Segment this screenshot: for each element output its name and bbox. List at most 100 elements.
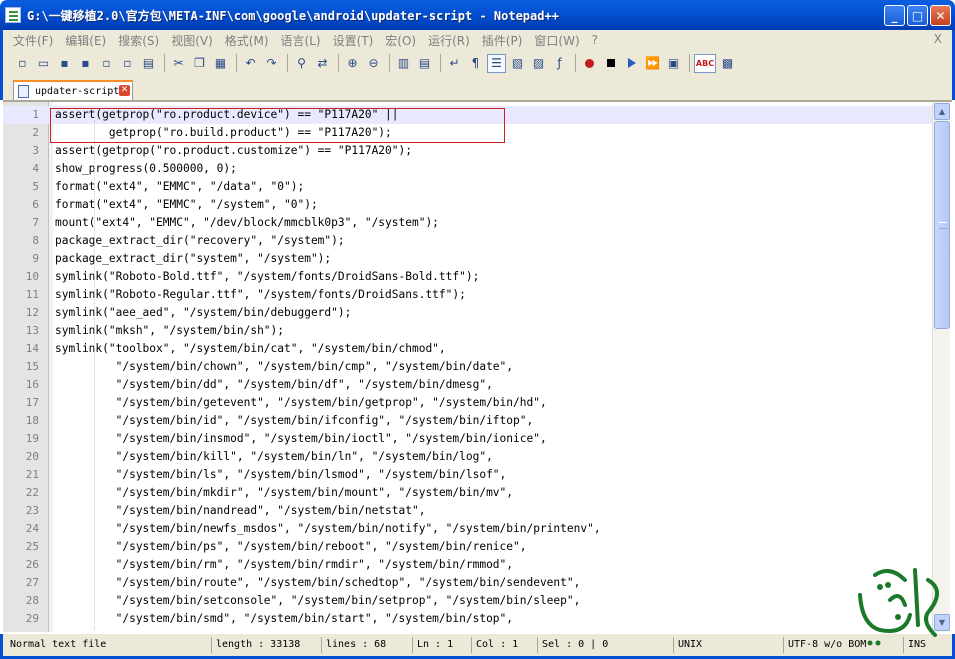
code-text: "/system/bin/getevent", "/system/bin/get… [55,396,547,409]
tab-label: updater-script [35,85,120,97]
code-line[interactable]: 25 "/system/bin/ps", "/system/bin/reboot… [3,538,933,556]
run-macro-multiple-icon[interactable]: ⏩ [643,54,662,73]
new-file-icon[interactable]: ▫ [13,54,32,73]
tab-bar: updater-script ✕ [0,76,955,100]
code-line[interactable]: 27 "/system/bin/route", "/system/bin/sch… [3,574,933,592]
menu-help[interactable]: ? [586,33,604,47]
code-text: symlink("mksh", "/system/bin/sh"); [55,324,285,337]
code-line[interactable]: 5 format("ext4", "EMMC", "/data", "0"); [3,178,933,196]
function-list-icon[interactable]: ƒ [550,54,569,73]
code-text: package_extract_dir("system", "/system")… [55,252,332,265]
line-number: 11 [25,288,39,301]
code-line[interactable]: 4 show_progress(0.500000, 0); [3,160,933,178]
code-text: symlink("aee_aed", "/system/bin/debugger… [55,306,352,319]
menu-format[interactable]: 格式(M) [219,32,275,49]
code-line[interactable]: 6 format("ext4", "EMMC", "/system", "0"); [3,196,933,214]
menu-settings[interactable]: 设置(T) [327,32,380,49]
spell-check-icon[interactable]: ABC [694,53,716,73]
menu-view[interactable]: 视图(V) [165,32,219,49]
code-text: package_extract_dir("recovery", "/system… [55,234,345,247]
record-macro-icon[interactable] [580,54,599,73]
toolbar-separator [575,54,576,72]
scroll-grip-icon [939,222,947,229]
menu-run[interactable]: 运行(R) [422,32,476,49]
paste-icon[interactable]: ▦ [211,54,230,73]
line-number: 22 [25,486,39,499]
highlight-annotation-box [50,108,505,143]
code-line[interactable]: 14 symlink("toolbox", "/system/bin/cat", … [3,340,933,358]
scroll-thumb[interactable] [934,121,950,329]
tab-close-icon[interactable]: ✕ [119,85,130,96]
code-line[interactable]: 8 package_extract_dir("recovery", "/syste… [3,232,933,250]
menu-search[interactable]: 搜索(S) [112,32,165,49]
close-document-button[interactable]: X [934,32,942,46]
code-line[interactable]: 13 symlink("mksh", "/system/bin/sh"); [3,322,933,340]
code-line[interactable]: 3 assert(getprop("ro.product.customize") … [3,142,933,160]
doc-map-icon[interactable]: ▨ [529,54,548,73]
save-macro-icon[interactable]: ▣ [664,54,683,73]
code-line[interactable]: 20 "/system/bin/kill", "/system/bin/ln",… [3,448,933,466]
code-text: "/system/bin/dd", "/system/bin/df", "/sy… [55,378,493,391]
notepad-app-icon[interactable] [5,7,21,23]
line-number: 29 [25,612,39,625]
code-line[interactable]: 19 "/system/bin/insmod", "/system/bin/io… [3,430,933,448]
play-macro-icon[interactable] [622,54,641,73]
maximize-button[interactable]: □ [907,5,928,26]
code-line[interactable]: 15 "/system/bin/chown", "/system/bin/cmp… [3,358,933,376]
zoom-out-icon[interactable]: ⊖ [364,54,383,73]
code-line[interactable]: 26 "/system/bin/rm", "/system/bin/rmdir"… [3,556,933,574]
scroll-up-arrow-icon[interactable]: ▲ [934,103,950,120]
line-number: 8 [32,234,39,247]
code-line[interactable]: 24 "/system/bin/newfs_msdos", "/system/b… [3,520,933,538]
code-line[interactable]: 16 "/system/bin/dd", "/system/bin/df", "… [3,376,933,394]
save-all-icon[interactable]: ▪ [76,54,95,73]
show-all-chars-icon[interactable]: ¶ [466,54,485,73]
code-line[interactable]: 18 "/system/bin/id", "/system/bin/ifconf… [3,412,933,430]
menu-file[interactable]: 文件(F) [7,32,59,49]
code-line[interactable]: 9 package_extract_dir("system", "/system"… [3,250,933,268]
indent-guide [94,120,95,630]
code-line[interactable]: 17 "/system/bin/getevent", "/system/bin/… [3,394,933,412]
sync-vertical-icon[interactable]: ▥ [394,54,413,73]
menu-language[interactable]: 语言(L) [275,32,327,49]
stop-record-icon[interactable] [601,54,620,73]
minimize-button[interactable]: _ [884,5,905,26]
code-text: assert(getprop("ro.product.customize") =… [55,144,412,157]
indent-guide-icon[interactable]: ☰ [487,53,506,73]
zoom-in-icon[interactable]: ⊕ [343,54,362,73]
close-all-icon[interactable]: ▫ [118,54,137,73]
code-line[interactable]: 7 mount("ext4", "EMMC", "/dev/block/mmcbl… [3,214,933,232]
menu-window[interactable]: 窗口(W) [528,32,585,49]
word-wrap-icon[interactable]: ↵ [445,54,464,73]
menu-plugins[interactable]: 插件(P) [476,32,529,49]
undo-icon[interactable]: ↶ [241,54,260,73]
print-icon[interactable]: ▤ [139,54,158,73]
vertical-scrollbar[interactable]: ▲ ▼ [932,102,950,632]
spell-check-options-icon[interactable]: ▩ [718,54,737,73]
tab-updater-script[interactable]: updater-script ✕ [13,80,133,100]
menu-edit[interactable]: 编辑(E) [59,32,112,49]
code-line[interactable]: 10 symlink("Roboto-Bold.ttf", "/system/fo… [3,268,933,286]
find-icon[interactable]: ⚲ [292,54,311,73]
code-line[interactable]: 28 "/system/bin/setconsole", "/system/bi… [3,592,933,610]
replace-icon[interactable]: ⇄ [313,54,332,73]
code-text: symlink("toolbox", "/system/bin/cat", "/… [55,342,446,355]
code-line[interactable]: 22 "/system/bin/mkdir", "/system/bin/mou… [3,484,933,502]
editor[interactable]: 1 assert(getprop("ro.product.device") == … [3,100,952,632]
code-line[interactable]: 12 symlink("aee_aed", "/system/bin/debugg… [3,304,933,322]
code-line[interactable]: 11 symlink("Roboto-Regular.ttf", "/system… [3,286,933,304]
code-line[interactable]: 29 "/system/bin/smd", "/system/bin/start… [3,610,933,628]
user-define-icon[interactable]: ▧ [508,54,527,73]
save-icon[interactable]: ▪ [55,54,74,73]
code-line[interactable]: 21 "/system/bin/ls", "/system/bin/lsmod"… [3,466,933,484]
sync-horizontal-icon[interactable]: ▤ [415,54,434,73]
close-icon[interactable]: ▫ [97,54,116,73]
redo-icon[interactable]: ↷ [262,54,281,73]
copy-icon[interactable]: ❐ [190,54,209,73]
code-line[interactable]: 23 "/system/bin/nandread", "/system/bin/… [3,502,933,520]
close-button[interactable]: ✕ [930,5,951,26]
cut-icon[interactable]: ✂ [169,54,188,73]
open-file-icon[interactable]: ▭ [34,54,53,73]
menu-macro[interactable]: 宏(O) [379,32,422,49]
line-number: 28 [25,594,39,607]
